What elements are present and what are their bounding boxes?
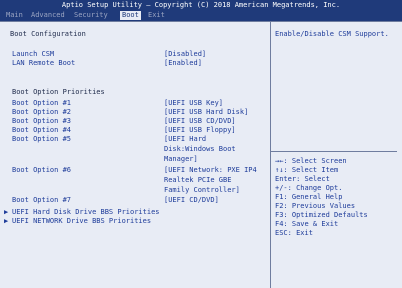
boot-option-value[interactable]: [UEFI USB Floppy] <box>164 126 236 135</box>
key-hint: F2: Previous Values <box>275 202 356 210</box>
submenu-label: UEFI Hard Disk Drive BBS Priorities <box>12 208 160 216</box>
launch-csm-label: Launch CSM <box>12 50 55 58</box>
boot-option-label: Boot Option #6 <box>12 166 72 174</box>
key-hint: →←: Select Screen <box>275 157 347 165</box>
key-hint: F1: General Help <box>275 193 343 201</box>
tab-boot[interactable]: Boot <box>120 11 141 20</box>
bios-setup-screen: Aptio Setup Utility – Copyright (C) 2018… <box>0 0 402 288</box>
key-hint: ↑↓: Select Item <box>275 166 339 174</box>
tab-advanced[interactable]: Advanced <box>31 11 65 20</box>
boot-option-value[interactable]: [UEFI USB Hard Disk] <box>164 108 248 117</box>
main-area: Boot Configuration Launch CSM [Disabled]… <box>0 21 402 288</box>
boot-option-label: Boot Option #3 <box>12 117 72 125</box>
boot-option-value-line-3[interactable]: Family Controller] <box>164 186 240 195</box>
boot-option-value[interactable]: [UEFI USB Key] <box>164 99 223 108</box>
boot-option-label: Boot Option #7 <box>12 196 72 204</box>
boot-option-value[interactable]: [UEFI USB CD/DVD] <box>164 117 236 126</box>
boot-option-value[interactable]: [UEFI CD/DVD] <box>164 196 219 205</box>
boot-option-label: Boot Option #2 <box>12 108 72 116</box>
key-hint: Enter: Select <box>275 175 330 183</box>
lan-remote-boot-value[interactable]: [Enabled] <box>164 59 202 68</box>
key-hint: F4: Save & Exit <box>275 220 339 228</box>
key-hint: +/-: Change Opt. <box>275 184 343 192</box>
boot-option-label: Boot Option #4 <box>12 126 72 134</box>
help-panel: Enable/Disable CSM Support. →←: Select S… <box>270 22 402 288</box>
settings-panel: Boot Configuration Launch CSM [Disabled]… <box>0 22 269 288</box>
submenu-arrow-icon: ▶ <box>4 208 9 216</box>
priorities-title: Boot Option Priorities <box>12 88 105 96</box>
section-title: Boot Configuration <box>10 30 86 38</box>
boot-option-value-line-2[interactable]: Disk:Windows Boot <box>164 145 236 154</box>
boot-option-value-line-1[interactable]: [UEFI Network: PXE IP4 <box>164 166 257 175</box>
utility-title: Aptio Setup Utility – Copyright (C) 2018… <box>61 1 341 9</box>
boot-option-label: Boot Option #1 <box>12 99 72 107</box>
boot-option-label: Boot Option #5 <box>12 135 72 143</box>
tab-main[interactable]: Main <box>6 11 23 20</box>
launch-csm-value[interactable]: [Disabled] <box>164 50 206 59</box>
help-description: Enable/Disable CSM Support. <box>275 30 389 38</box>
boot-option-value-line-2[interactable]: Realtek PCIe GBE <box>164 176 231 185</box>
key-hint: F3: Optimized Defaults <box>275 211 368 219</box>
help-divider <box>271 151 397 152</box>
title-bar: Aptio Setup Utility – Copyright (C) 2018… <box>0 0 402 21</box>
boot-option-value-line-1[interactable]: [UEFI Hard <box>164 135 206 144</box>
lan-remote-boot-label: LAN Remote Boot <box>12 59 76 67</box>
key-hint: ESC: Exit <box>275 229 313 237</box>
submenu-arrow-icon: ▶ <box>4 217 9 225</box>
tab-exit[interactable]: Exit <box>148 11 165 20</box>
submenu-label: UEFI NETWORK Drive BBS Priorities <box>12 217 152 225</box>
tab-security[interactable]: Security <box>74 11 108 20</box>
boot-option-value-line-3[interactable]: Manager] <box>164 155 198 164</box>
